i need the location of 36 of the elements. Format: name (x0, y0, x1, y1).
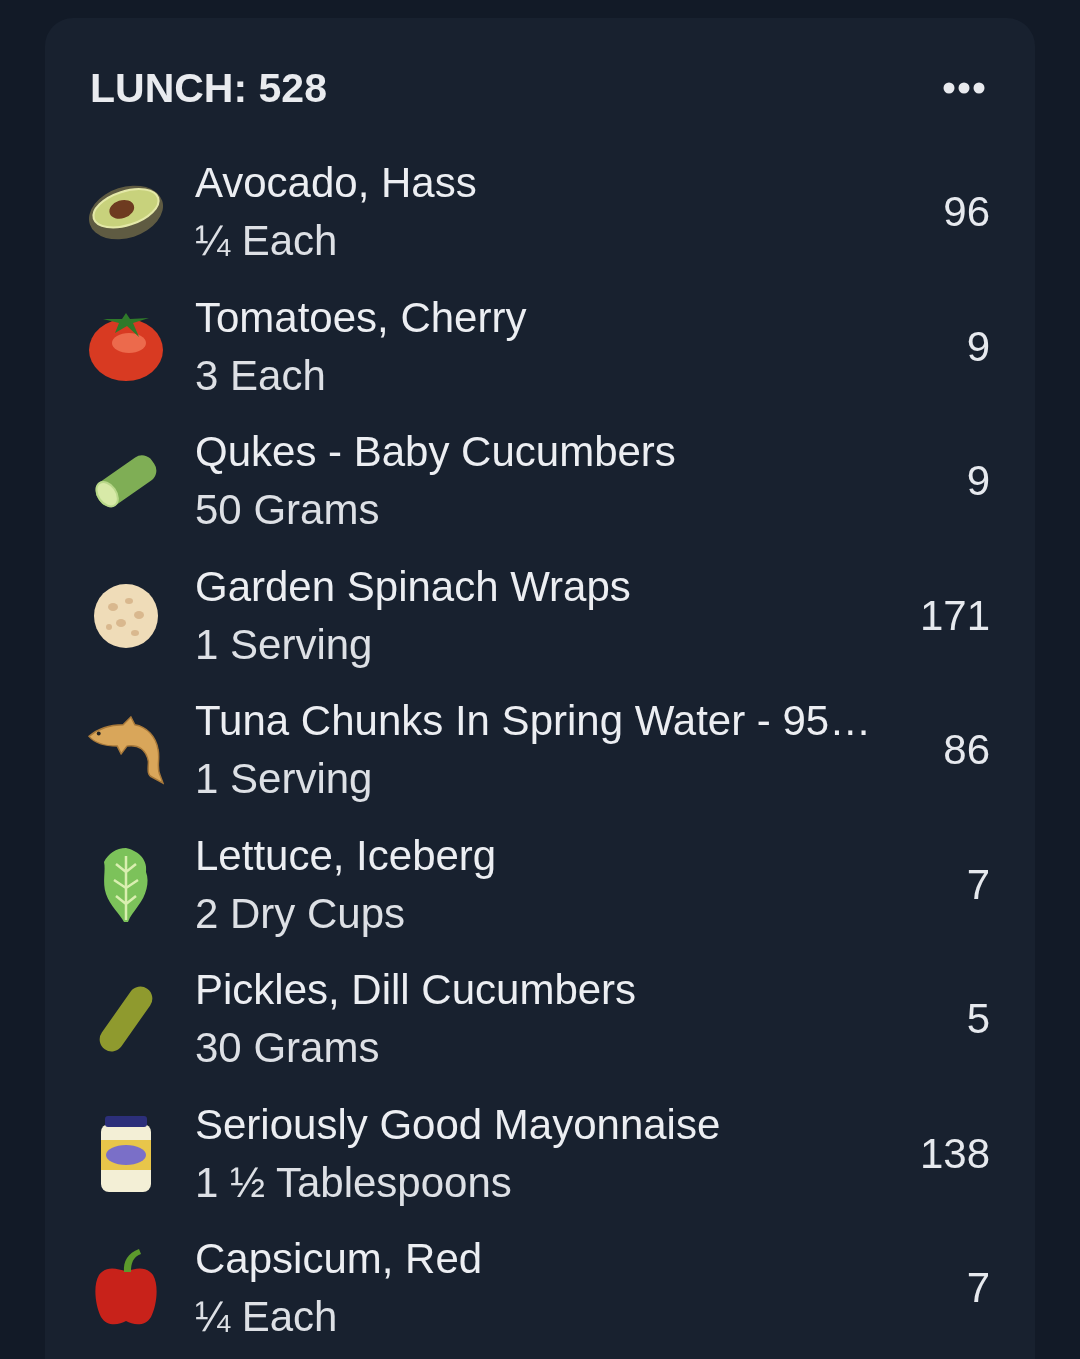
calorie-count: 9 (966, 321, 990, 372)
calorie-count: 7 (966, 1263, 990, 1313)
food-name: Qukes - Baby Cucumbers (195, 427, 676, 477)
serving-size: 3 Each (195, 350, 326, 401)
food-name: Lettuce, Iceberg (195, 830, 497, 881)
tomato-icon (89, 312, 163, 381)
calorie-count: 7 (966, 859, 990, 910)
fish-icon (88, 714, 164, 786)
serving-size: 30 Grams (195, 1023, 380, 1073)
serving-size: 1 Serving (195, 754, 373, 804)
tortilla-icon (93, 582, 159, 649)
food-name: Garden Spinach Wraps (195, 561, 631, 612)
calorie-count: 86 (943, 725, 990, 775)
serving-size: 50 Grams (195, 485, 380, 535)
mayonnaise-jar-icon (101, 1115, 151, 1192)
serving-size: 2 Dry Cups (195, 888, 406, 939)
serving-size: ¼ Each (195, 216, 338, 266)
food-name: Capsicum, Red (195, 1234, 483, 1284)
meal-title: LUNCH: 528 (90, 64, 327, 113)
calorie-count: 138 (919, 1128, 990, 1179)
food-name: Tomatoes, Cherry (195, 292, 527, 343)
avocado-icon (89, 184, 163, 240)
serving-size: 1 Serving (195, 619, 373, 670)
calorie-count: 96 (943, 187, 990, 237)
serving-size: 1 ½ Tablespoons (195, 1157, 512, 1208)
calorie-count: 171 (919, 590, 990, 641)
serving-size: ¼ Each (195, 1292, 338, 1342)
food-name: Avocado, Hass (195, 158, 477, 208)
calorie-count: 9 (966, 456, 990, 506)
more-icon[interactable] (943, 82, 985, 94)
food-name: Pickles, Dill Cucumbers (195, 965, 637, 1015)
food-name: Seriously Good Mayonnaise (195, 1099, 721, 1150)
food-name: Tuna Chunks In Spring Water - 95… (195, 696, 872, 746)
pepper-icon (93, 1249, 159, 1327)
calorie-count: 5 (966, 994, 990, 1044)
lettuce-icon (102, 847, 150, 922)
